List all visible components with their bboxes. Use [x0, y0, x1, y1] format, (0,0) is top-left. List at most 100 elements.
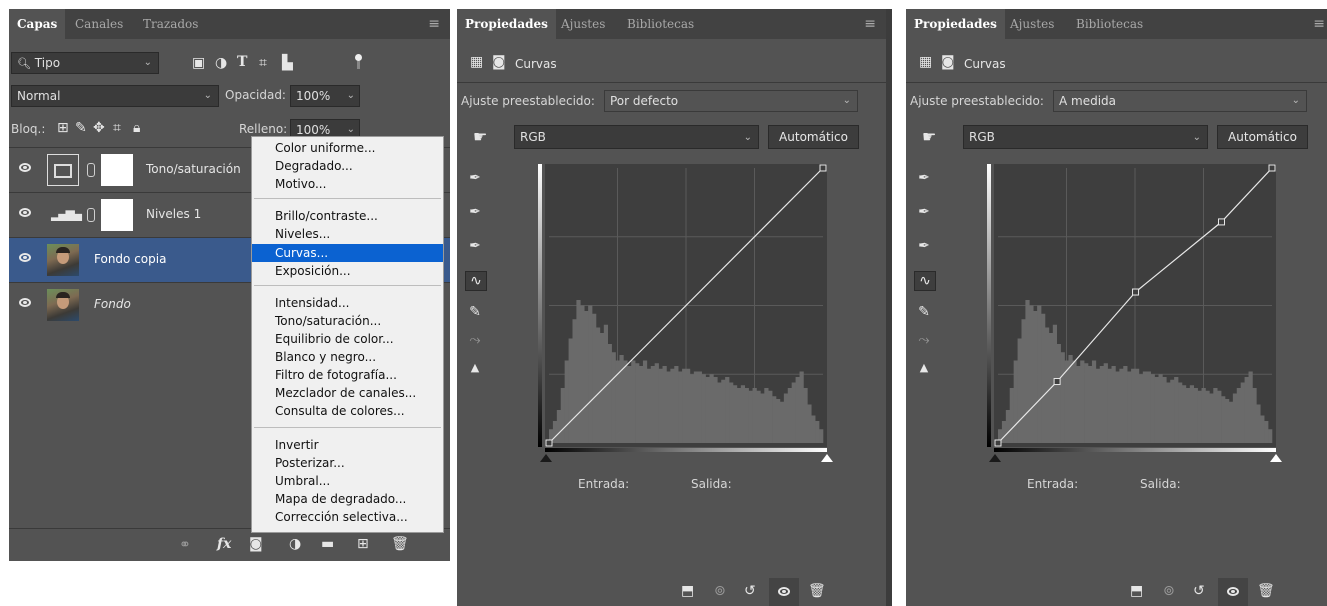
group-icon[interactable]: ▬ [321, 537, 334, 551]
tab-capas[interactable]: Capas [9, 9, 66, 39]
layer-photo-thumbnail[interactable] [47, 289, 79, 321]
panel-scrollbar[interactable] [886, 9, 892, 606]
channel-select[interactable]: RGB ⌄ [963, 125, 1208, 149]
curve-points-icon[interactable]: ∿ [465, 271, 487, 291]
white-point-slider[interactable] [1270, 454, 1282, 462]
smooth-icon[interactable]: ⤳ [914, 331, 934, 349]
curve-control-point[interactable] [994, 439, 1002, 447]
lock-artboard-icon[interactable]: ⌗ [113, 121, 121, 135]
filter-adjustment-icon[interactable]: ◑ [215, 56, 227, 70]
mask-icon[interactable]: ◙ [492, 55, 506, 69]
panel-menu-icon[interactable]: ≡ [428, 17, 440, 31]
menu-item[interactable]: Mezclador de canales... [275, 384, 416, 402]
link-icon[interactable]: ⚭ [179, 538, 191, 552]
menu-item[interactable]: Equilibrio de color... [275, 330, 394, 348]
clip-to-layer-icon[interactable]: ⬒ [1130, 584, 1143, 598]
curves-svg[interactable] [994, 164, 1276, 447]
filter-toggle[interactable] [355, 54, 362, 70]
curve-control-point[interactable] [819, 164, 827, 172]
smooth-icon[interactable]: ⤳ [465, 331, 485, 349]
eye-icon[interactable] [19, 208, 31, 217]
layer-name[interactable]: Niveles 1 [146, 207, 201, 221]
eyedropper-gray-icon[interactable]: ✒ [465, 203, 485, 221]
menu-item[interactable]: Posterizar... [275, 454, 345, 472]
panel-menu-icon[interactable]: ≡ [864, 17, 876, 31]
adjustment-icon[interactable]: ◑ [289, 537, 301, 551]
view-previous-icon[interactable]: ⊚ [714, 584, 726, 598]
eyedropper-white-icon[interactable]: ✒ [465, 237, 485, 255]
trash-icon[interactable]: 🗑︎ [808, 584, 826, 598]
view-previous-icon[interactable]: ⊚ [1163, 584, 1175, 598]
filter-type-icon[interactable]: T [237, 55, 247, 69]
layer-name[interactable]: Tono/saturación [146, 162, 241, 176]
menu-item[interactable]: Niveles... [275, 225, 330, 243]
curve-control-point[interactable] [1268, 164, 1276, 172]
blend-mode-select[interactable]: Normal ⌄ [11, 85, 219, 107]
lock-all-icon[interactable]: 🔒︎ [133, 121, 140, 135]
menu-item[interactable]: Brillo/contraste... [275, 207, 378, 225]
eye-icon[interactable] [19, 163, 31, 172]
lock-brush-icon[interactable]: ✎ [75, 121, 87, 135]
visibility-toggle[interactable] [1218, 578, 1248, 606]
auto-button[interactable]: Automático [1217, 125, 1308, 149]
tab-propiedades[interactable]: Propiedades [457, 9, 556, 39]
curves-graph[interactable] [994, 164, 1276, 447]
eyedropper-white-icon[interactable]: ✒ [914, 237, 934, 255]
trash-icon[interactable]: 🗑︎ [391, 537, 409, 551]
eyedropper-black-icon[interactable]: ✒ [465, 169, 485, 187]
mask-icon[interactable]: ◙ [941, 55, 955, 69]
clipping-warning-icon[interactable]: ▲ [465, 359, 485, 377]
eye-icon[interactable] [19, 253, 31, 262]
curve-control-point[interactable] [545, 439, 553, 447]
layer-photo-thumbnail[interactable] [47, 244, 79, 276]
target-adjust-hand-icon[interactable]: ☛ [922, 129, 936, 145]
eye-icon[interactable] [19, 298, 31, 307]
menu-item[interactable]: Motivo... [275, 175, 326, 193]
curve-control-point[interactable] [1217, 218, 1225, 226]
menu-item[interactable]: Blanco y negro... [275, 348, 376, 366]
eyedropper-black-icon[interactable]: ✒ [914, 169, 934, 187]
menu-item[interactable]: Umbral... [275, 472, 330, 490]
auto-button[interactable]: Automático [768, 125, 859, 149]
filter-pixel-icon[interactable]: ▣ [192, 56, 205, 70]
menu-item[interactable]: Corrección selectiva... [275, 508, 408, 526]
black-point-slider[interactable] [540, 454, 552, 462]
menu-item-highlighted[interactable]: Curvas... [252, 244, 443, 262]
preset-select[interactable]: Por defecto ⌄ [604, 90, 858, 112]
lock-transparency-icon[interactable]: ⊞ [57, 121, 69, 135]
layer-name[interactable]: Fondo copia [94, 252, 166, 266]
reset-icon[interactable]: ↺ [744, 584, 756, 598]
tab-ajustes[interactable]: Ajustes [561, 9, 605, 39]
tab-bibliotecas[interactable]: Bibliotecas [1076, 9, 1143, 39]
opacity-field[interactable]: 100% ⌄ [290, 85, 360, 107]
menu-item[interactable]: Color uniforme... [275, 139, 376, 157]
tab-ajustes[interactable]: Ajustes [1010, 9, 1054, 39]
layer-mask-thumbnail[interactable] [101, 154, 133, 186]
new-layer-icon[interactable]: ⊞ [357, 537, 369, 551]
trash-icon[interactable]: 🗑︎ [1257, 584, 1275, 598]
menu-item[interactable]: Filtro de fotografía... [275, 366, 397, 384]
tab-trazados[interactable]: Trazados [143, 9, 198, 39]
menu-item[interactable]: Consulta de colores... [275, 402, 405, 420]
menu-item[interactable]: Mapa de degradado... [275, 490, 406, 508]
pencil-icon[interactable]: ✎ [465, 303, 485, 321]
pencil-icon[interactable]: ✎ [914, 303, 934, 321]
visibility-toggle[interactable] [769, 578, 799, 606]
menu-item[interactable]: Degradado... [275, 157, 353, 175]
clip-to-layer-icon[interactable]: ⬒ [681, 584, 694, 598]
filter-shape-icon[interactable]: ⌗ [259, 56, 267, 70]
curves-svg[interactable] [545, 164, 827, 447]
lock-move-icon[interactable]: ✥ [93, 121, 105, 135]
menu-item[interactable]: Invertir [275, 436, 319, 454]
mask-icon[interactable]: ◙ [249, 537, 263, 551]
preset-select[interactable]: A medida ⌄ [1053, 90, 1307, 112]
layer-mask-thumbnail[interactable] [101, 199, 133, 231]
layer-name[interactable]: Fondo [94, 297, 131, 311]
eyedropper-gray-icon[interactable]: ✒ [914, 203, 934, 221]
fx-icon[interactable]: fx [217, 537, 231, 551]
menu-item[interactable]: Exposición... [275, 262, 351, 280]
tab-bibliotecas[interactable]: Bibliotecas [627, 9, 694, 39]
curve-control-point[interactable] [1053, 378, 1061, 386]
black-point-slider[interactable] [989, 454, 1001, 462]
filter-kind-select[interactable]: 🔍︎ Tipo ⌄ [11, 52, 159, 74]
